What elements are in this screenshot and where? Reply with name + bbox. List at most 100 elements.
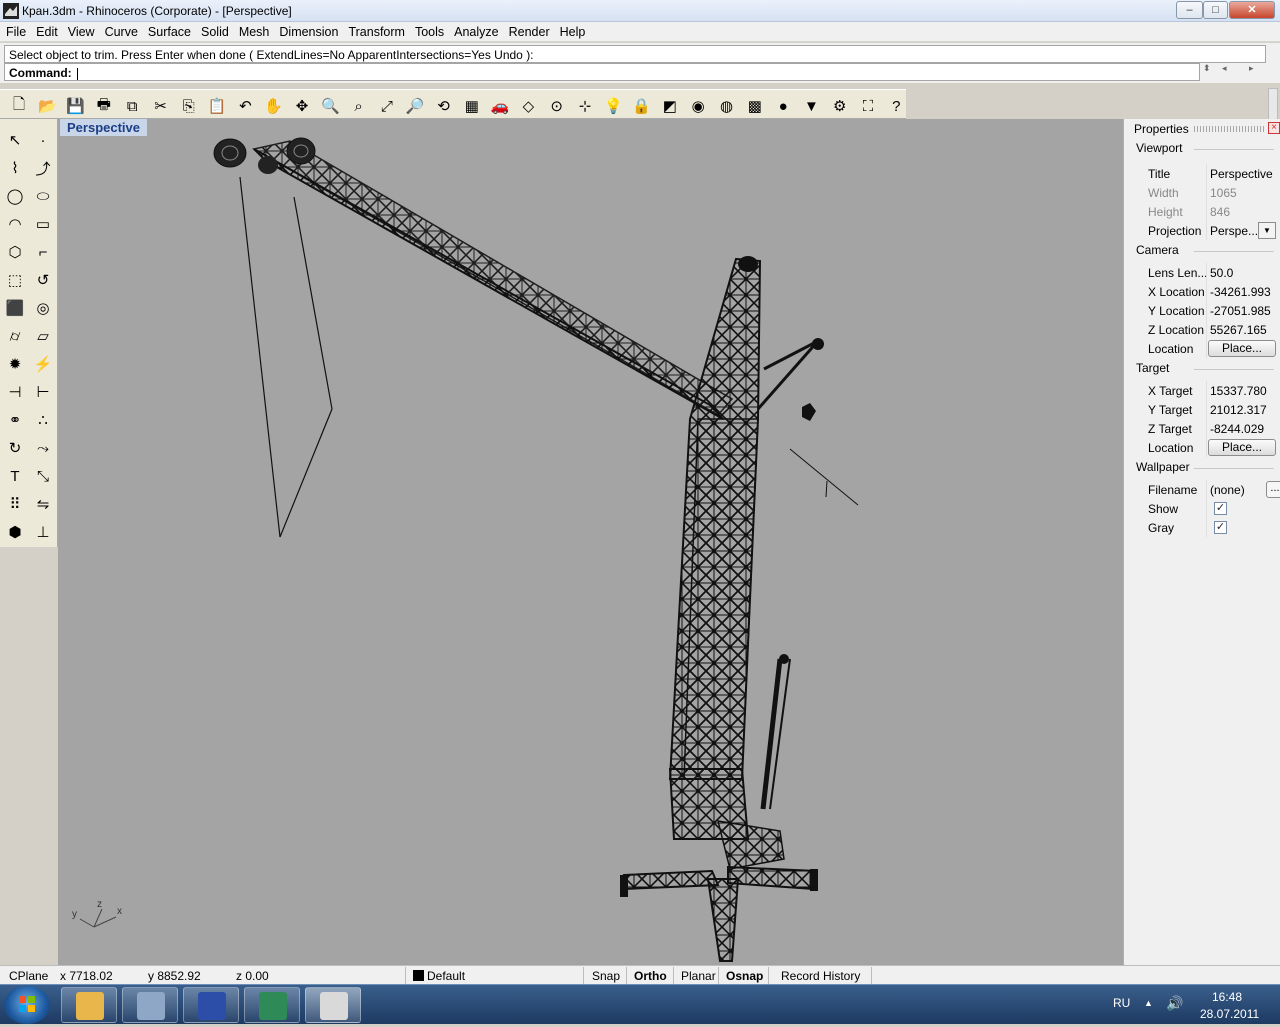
polyline-icon[interactable]: ⌇ — [2, 155, 28, 181]
prop-value[interactable]: -34261.993 — [1210, 285, 1271, 299]
zoom-selected-icon[interactable]: 🔎 — [404, 95, 426, 117]
minimize-button[interactable]: – — [1176, 1, 1203, 19]
zoom-extents-icon[interactable]: ⤢ — [376, 95, 398, 117]
menu-tools[interactable]: Tools — [411, 22, 448, 40]
gray-checkbox[interactable]: ✓ — [1214, 521, 1227, 534]
scale-icon[interactable]: ⤡ — [30, 463, 56, 489]
taskbar-file-explorer-button[interactable] — [61, 987, 117, 1023]
boolean-icon[interactable]: ◎ — [30, 295, 56, 321]
menu-mesh[interactable]: Mesh — [235, 22, 274, 40]
tray-expand-icon[interactable]: ▲ — [1144, 998, 1153, 1008]
extend-icon[interactable]: ⊢ — [30, 379, 56, 405]
car-render-icon[interactable]: 🚗 — [489, 95, 511, 117]
prop-value[interactable]: -8244.029 — [1210, 422, 1264, 436]
show-checkbox[interactable]: ✓ — [1214, 502, 1227, 515]
paste-icon[interactable]: 📋 — [206, 95, 228, 117]
print-icon[interactable]: 🖶 — [93, 95, 115, 117]
osnap-toggle[interactable]: Osnap — [726, 969, 763, 983]
split-icon[interactable]: ⊣ — [2, 379, 28, 405]
fillet-curve-icon[interactable]: ⌐ — [30, 239, 56, 265]
undo-view-icon[interactable]: ⟲ — [433, 95, 455, 117]
surface-corner-icon[interactable]: ⬚ — [2, 267, 28, 293]
open-folder-icon[interactable]: 📂 — [36, 95, 58, 117]
select-arrow-icon[interactable]: ↖ — [2, 127, 28, 153]
prop-value[interactable]: Perspective — [1210, 167, 1273, 181]
join-icon[interactable]: ∴ — [30, 407, 56, 433]
taskbar-autocad-button[interactable] — [244, 987, 300, 1023]
rotate-tool-icon[interactable]: ↻ — [2, 435, 28, 461]
grid-plane-icon[interactable]: ◇ — [517, 95, 539, 117]
current-layer[interactable]: Default — [427, 969, 465, 983]
snap-points-icon[interactable]: ⊹ — [574, 95, 596, 117]
menu-edit[interactable]: Edit — [32, 22, 62, 40]
panel-grip[interactable] — [1194, 126, 1266, 132]
menu-curve[interactable]: Curve — [101, 22, 142, 40]
place-button[interactable]: Place... — [1208, 439, 1276, 456]
maximize-button[interactable]: □ — [1203, 1, 1228, 19]
prop-value[interactable]: 55267.165 — [1210, 323, 1267, 337]
text-icon[interactable]: T — [2, 463, 28, 489]
menu-analyze[interactable]: Analyze — [450, 22, 502, 40]
polygon-icon[interactable]: ⬡ — [2, 239, 28, 265]
cplane-icon[interactable]: ⊙ — [546, 95, 568, 117]
rotate-view-icon[interactable]: ✥ — [291, 95, 313, 117]
array-icon[interactable]: ⠿ — [2, 491, 28, 517]
spin-up-down-icon[interactable]: ⬍ — [1203, 63, 1211, 74]
circle-icon[interactable]: ◯ — [2, 183, 28, 209]
start-button[interactable] — [4, 986, 50, 1024]
trim-icon[interactable]: ⚡ — [30, 351, 56, 377]
menu-view[interactable]: View — [64, 22, 99, 40]
properties-close-button[interactable]: × — [1268, 122, 1280, 134]
layer-icon[interactable]: ◩ — [659, 95, 681, 117]
arc-icon[interactable]: ◠ — [2, 211, 28, 237]
copy-icon[interactable]: ⎘ — [178, 95, 200, 117]
record-history-toggle[interactable]: Record History — [781, 969, 860, 983]
mirror-icon[interactable]: ⇋ — [30, 491, 56, 517]
move-icon[interactable]: ⤳ — [30, 435, 56, 461]
menu-solid[interactable]: Solid — [197, 22, 233, 40]
shaded-sphere-icon[interactable]: ● — [772, 95, 794, 117]
cut-icon[interactable]: ✂ — [150, 95, 172, 117]
explode-icon[interactable]: ✹ — [2, 351, 28, 377]
prop-value[interactable]: Perspe... — [1210, 224, 1258, 238]
four-viewports-icon[interactable]: ▦ — [461, 95, 483, 117]
revolve-icon[interactable]: ↺ — [30, 267, 56, 293]
menu-surface[interactable]: Surface — [144, 22, 195, 40]
menu-render[interactable]: Render — [505, 22, 554, 40]
menu-transform[interactable]: Transform — [344, 22, 409, 40]
language-indicator[interactable]: RU — [1113, 996, 1130, 1010]
menu-file[interactable]: File — [2, 22, 30, 40]
prop-value[interactable]: 21012.317 — [1210, 403, 1267, 417]
clock-date[interactable]: 28.07.2011 — [1200, 1007, 1259, 1021]
history-back-icon[interactable]: ◂ — [1222, 63, 1227, 74]
new-file-icon[interactable]: 🗋 — [8, 95, 30, 117]
perspective-viewport[interactable]: Perspective y z x — [58, 119, 1123, 965]
lock-icon[interactable]: 🔒 — [631, 95, 653, 117]
snap-toggle[interactable]: Snap — [592, 969, 620, 983]
rectangle-icon[interactable]: ▭ — [30, 211, 56, 237]
plane-surface-icon[interactable]: ▱ — [30, 323, 56, 349]
save-icon[interactable]: 💾 — [65, 95, 87, 117]
dimension-icon[interactable]: ⊥ — [30, 519, 56, 545]
planar-toggle[interactable]: Planar — [681, 969, 716, 983]
filter-icon[interactable]: ▼ — [800, 95, 822, 117]
wireframe-sphere-icon[interactable]: ◍ — [716, 95, 738, 117]
zoom-icon[interactable]: 🔍 — [319, 95, 341, 117]
cylinder-icon[interactable]: ⌭ — [2, 323, 28, 349]
command-line[interactable]: Command: — [4, 63, 1200, 81]
history-forward-icon[interactable]: ▸ — [1249, 63, 1254, 74]
menu-dimension[interactable]: Dimension — [275, 22, 342, 40]
box-solid-icon[interactable]: ⬛ — [2, 295, 28, 321]
point-icon[interactable]: · — [30, 127, 56, 153]
curve-edit-icon[interactable]: ⤴ — [30, 155, 56, 181]
browse-button[interactable]: ... — [1266, 481, 1280, 498]
light-bulb-icon[interactable]: 💡 — [602, 95, 624, 117]
cplane-label[interactable]: CPlane — [9, 969, 48, 983]
taskbar-save-disk-button[interactable] — [183, 987, 239, 1023]
help-icon[interactable]: ? — [885, 95, 907, 117]
prop-value[interactable]: -27051.985 — [1210, 304, 1271, 318]
zoom-window-icon[interactable]: ⌕ — [348, 95, 370, 117]
menu-help[interactable]: Help — [556, 22, 590, 40]
import-icon[interactable]: ⧉ — [121, 95, 143, 117]
ellipse-icon[interactable]: ⬭ — [30, 183, 56, 209]
